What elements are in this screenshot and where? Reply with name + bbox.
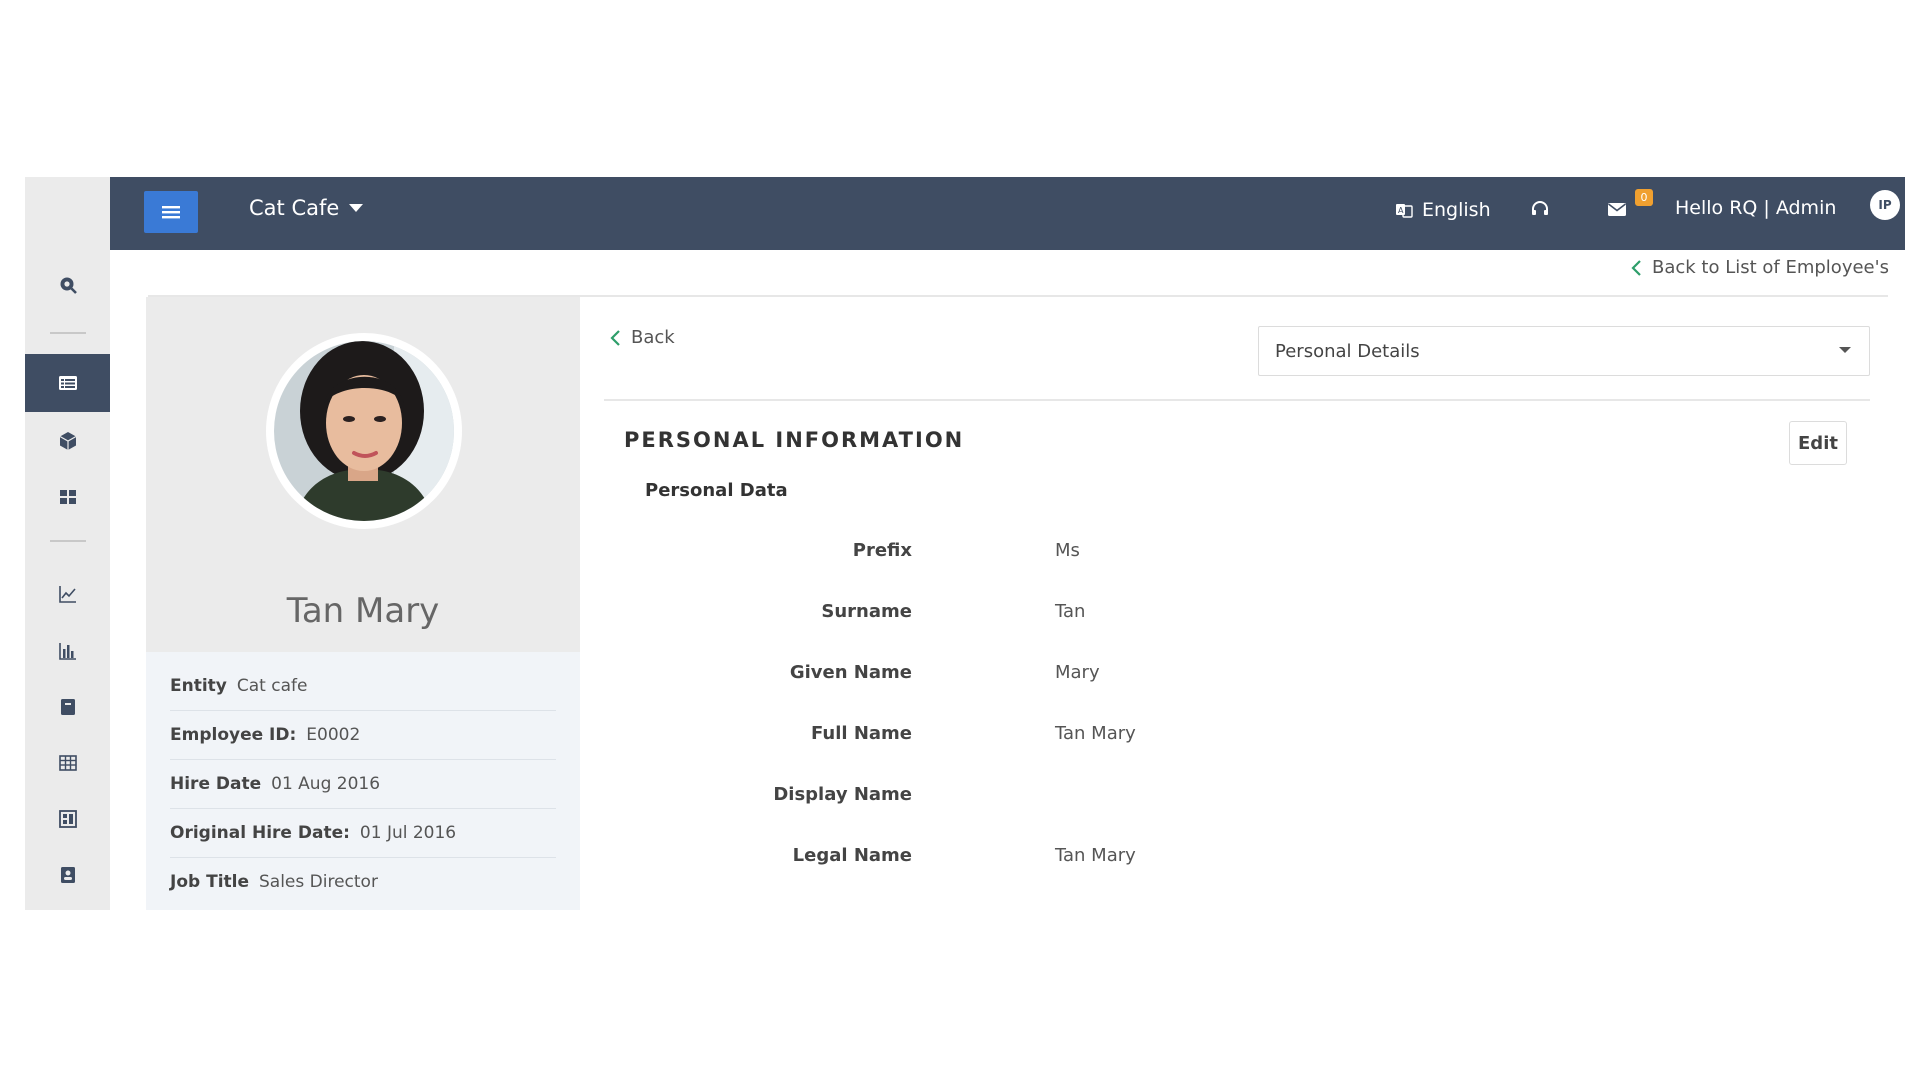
section-select-value: Personal Details	[1275, 340, 1420, 362]
back-to-list-label: Back to List of Employee's	[1652, 257, 1889, 278]
app-window: Cat Cafe A English 0 Hello RQ | Admin IP…	[25, 177, 1905, 910]
field-prefix: Prefix Ms	[852, 540, 1080, 561]
details-panel: Back Personal Details PERSONAL INFORMATI…	[582, 297, 1905, 910]
table-icon[interactable]	[25, 735, 110, 791]
chevron-left-icon	[1631, 259, 1641, 276]
headset-icon	[1532, 201, 1548, 215]
subsection-title: Personal Data	[645, 480, 788, 501]
dashboard-icon[interactable]	[25, 791, 110, 847]
sidebar	[25, 177, 110, 910]
company-name: Cat Cafe	[249, 196, 340, 220]
field-display-name: Display Name	[773, 784, 912, 805]
section-title: PERSONAL INFORMATION	[624, 428, 965, 452]
field-surname: Surname Tan	[821, 601, 1086, 622]
bar-chart-icon[interactable]	[25, 623, 110, 679]
top-navbar: Cat Cafe A English 0 Hello RQ | Admin IP	[110, 177, 1905, 250]
sidebar-separator	[50, 332, 86, 334]
hamburger-menu-button[interactable]	[144, 191, 198, 233]
info-row-original-hire-date: Original Hire Date: 01 Jul 2016	[170, 809, 556, 858]
language-label: English	[1422, 199, 1491, 221]
employee-summary: Entity Cat cafe Employee ID: E0002 Hire …	[146, 652, 580, 910]
envelope-icon	[1608, 203, 1626, 216]
chevron-left-icon	[610, 329, 620, 346]
line-chart-icon[interactable]	[25, 566, 110, 622]
info-row-employee-id: Employee ID: E0002	[170, 711, 556, 760]
info-row-entity: Entity Cat cafe	[170, 662, 556, 711]
language-selector[interactable]: A English	[1395, 199, 1491, 221]
edit-button[interactable]: Edit	[1789, 421, 1847, 465]
mail-count-badge: 0	[1635, 189, 1653, 206]
employee-name: Tan Mary	[286, 591, 440, 631]
book-icon[interactable]	[25, 679, 110, 735]
grid-icon[interactable]	[25, 469, 110, 525]
profile-photo	[274, 341, 454, 521]
list-icon[interactable]	[25, 354, 110, 412]
back-link[interactable]: Back	[609, 327, 675, 348]
profile-panel: Tan Mary Entity Cat cafe Employee ID: E0…	[146, 297, 580, 910]
support-button[interactable]	[1530, 199, 1550, 223]
caret-down-icon	[1839, 347, 1851, 353]
field-given-name: Given Name Mary	[789, 662, 1100, 683]
user-greeting[interactable]: Hello RQ | Admin	[1675, 197, 1836, 219]
language-icon: A	[1396, 204, 1413, 218]
company-switcher[interactable]: Cat Cafe	[249, 196, 364, 220]
search-icon[interactable]	[25, 257, 110, 313]
info-row-job-title: Job Title Sales Director	[170, 872, 378, 892]
svg-text:A: A	[1398, 206, 1404, 215]
avatar	[266, 333, 462, 529]
messages-button[interactable]	[1607, 201, 1627, 221]
caret-down-icon	[349, 204, 364, 212]
field-legal-name: Legal Name Tan Mary	[792, 845, 1136, 866]
section-select[interactable]: Personal Details	[1258, 326, 1870, 376]
user-avatar[interactable]: IP	[1870, 190, 1900, 220]
field-full-name: Full Name Tan Mary	[811, 723, 1136, 744]
contact-book-icon[interactable]	[25, 847, 110, 903]
back-label: Back	[631, 327, 675, 348]
back-to-list-link[interactable]: Back to List of Employee's	[1630, 257, 1889, 278]
divider	[604, 399, 1870, 401]
hamburger-icon	[162, 206, 180, 219]
info-row-hire-date: Hire Date 01 Aug 2016	[170, 760, 556, 809]
sidebar-separator	[50, 540, 86, 542]
cube-icon[interactable]	[25, 413, 110, 469]
